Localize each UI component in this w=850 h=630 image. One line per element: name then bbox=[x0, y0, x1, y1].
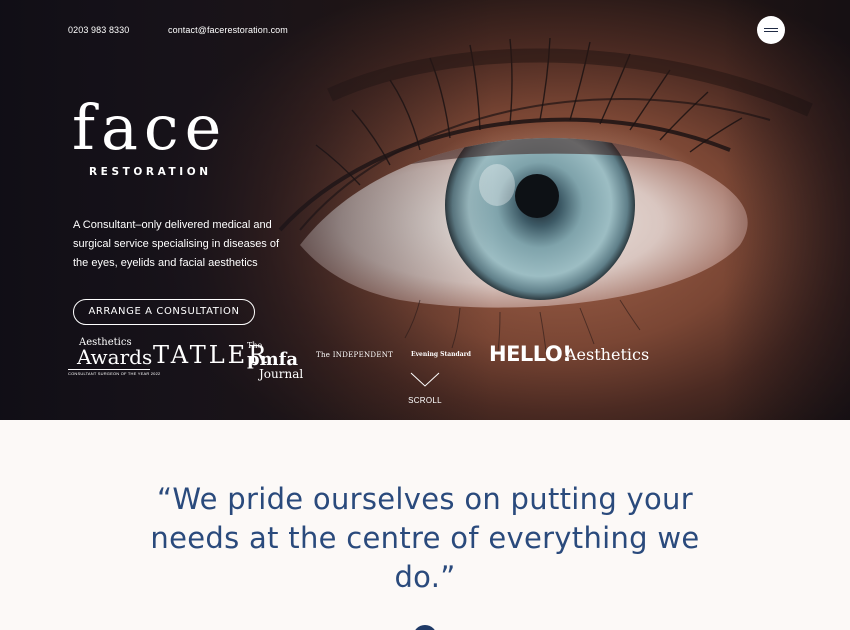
hamburger-icon-line bbox=[764, 31, 778, 33]
menu-button[interactable] bbox=[757, 16, 785, 44]
press-logo-caption: CONSULTANT SURGEON OF THE YEAR 2022 bbox=[68, 369, 161, 376]
press-logo-evening-standard: Evening Standard bbox=[411, 351, 471, 358]
press-logo-independent: The INDEPENDENT bbox=[316, 351, 394, 359]
press-logo-text: Journal bbox=[259, 367, 304, 381]
section-marker-dot bbox=[413, 625, 437, 630]
hero-section: 0203 983 8330 contact@facerestoration.co… bbox=[0, 0, 850, 420]
logo-wordmark[interactable]: face bbox=[72, 94, 227, 162]
scroll-label: SCROLL bbox=[408, 396, 442, 405]
press-logo-aesthetics: Aesthetics bbox=[565, 345, 650, 364]
press-logo-text: Awards bbox=[77, 345, 153, 369]
hero-tagline: A Consultant–only delivered medical and … bbox=[73, 219, 280, 269]
hamburger-icon bbox=[764, 28, 778, 30]
scroll-indicator[interactable]: SCROLL bbox=[405, 372, 445, 408]
chevron-down-icon bbox=[410, 372, 440, 387]
email-link[interactable]: contact@facerestoration.com bbox=[168, 25, 288, 35]
logo-subtitle: RESTORATION bbox=[89, 166, 212, 178]
mission-quote: “We pride ourselves on putting your need… bbox=[150, 482, 700, 594]
press-logo-pmfa: The pmfa Journal bbox=[247, 340, 303, 380]
phone-link[interactable]: 0203 983 8330 bbox=[68, 25, 129, 35]
arrange-consultation-button[interactable]: ARRANGE A CONSULTATION bbox=[73, 299, 255, 325]
press-logo-aesthetics-awards: Aesthetics Awards CONSULTANT SURGEON OF … bbox=[68, 338, 161, 376]
press-logo-hello: HELLO! bbox=[489, 342, 572, 366]
press-logo-text: pmfa bbox=[247, 349, 299, 370]
